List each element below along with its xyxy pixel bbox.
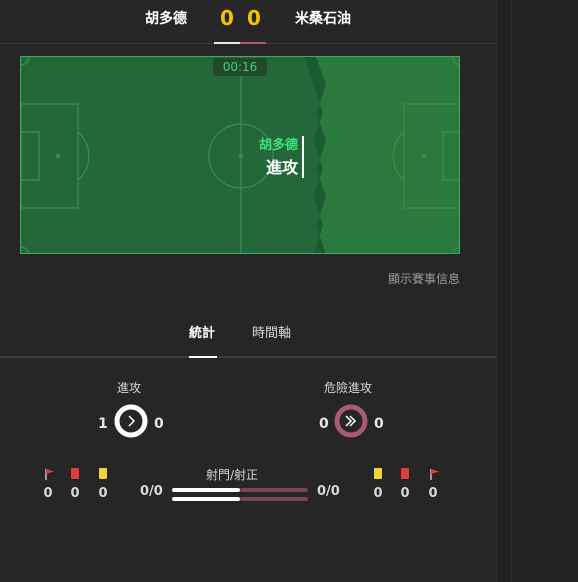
danger-donut-chart <box>334 404 368 438</box>
yellow-card-icon <box>374 468 382 479</box>
away-shots-on-target-bar <box>240 497 308 501</box>
tab-timeline[interactable]: 時間軸 <box>252 322 291 341</box>
home-team-name[interactable]: 胡多德 <box>145 8 187 28</box>
away-yellow-cards-count: 0 <box>373 486 383 501</box>
danger-home-value: 0 <box>319 416 329 432</box>
stats-tabs: 統計 時間軸 <box>0 318 496 358</box>
tab-statistics[interactable]: 統計 <box>189 322 215 341</box>
corner-flag-icon <box>430 469 439 480</box>
home-shots-value: 0/0 <box>140 484 163 499</box>
away-team-name[interactable]: 米桑石油 <box>295 8 351 28</box>
home-color-indicator <box>214 42 240 44</box>
sidebar-divider <box>511 0 512 582</box>
pitch-graphic <box>21 57 459 253</box>
match-clock: 00:16 <box>213 58 267 76</box>
attack-away-value: 0 <box>154 416 164 432</box>
away-color-indicator <box>240 42 266 44</box>
away-score: 0 <box>247 6 261 30</box>
match-header: 胡多德 0 0 米桑石油 <box>0 0 496 44</box>
match-panel: 胡多德 0 0 米桑石油 00:16 胡多德 進攻 顯示賽事信息 統計 時間軸 … <box>0 0 496 582</box>
attack-status: 進攻 <box>265 158 298 177</box>
home-yellow-cards-count: 0 <box>98 486 108 501</box>
danger-away-value: 0 <box>374 416 384 432</box>
attacking-team-name: 胡多德 <box>258 138 298 153</box>
home-shots-bar <box>172 488 240 492</box>
red-card-icon <box>401 468 409 479</box>
away-shots-value: 0/0 <box>317 484 340 499</box>
attack-home-value: 1 <box>98 416 108 432</box>
attack-home-arc <box>114 404 148 438</box>
home-red-cards-count: 0 <box>70 486 80 501</box>
danger-stat-title: 危險進攻 <box>324 381 373 395</box>
home-corners-count: 0 <box>43 486 53 501</box>
attack-donut-chart <box>114 404 148 438</box>
yellow-card-icon <box>99 468 107 479</box>
attack-stat-title: 進攻 <box>117 381 142 395</box>
away-shots-bar <box>240 488 308 492</box>
attack-indicator-bar <box>302 136 304 178</box>
red-card-icon <box>71 468 79 479</box>
active-tab-underline <box>189 356 217 358</box>
right-sidebar <box>496 0 578 582</box>
corner-flag-icon <box>45 469 54 480</box>
away-corners-count: 0 <box>428 486 438 501</box>
away-red-cards-count: 0 <box>400 486 410 501</box>
shots-stat-title: 射門/射正 <box>206 468 259 482</box>
double-chevron-icon <box>345 415 357 427</box>
chevron-right-icon <box>128 415 136 427</box>
home-shots-on-target-bar <box>172 497 240 501</box>
show-event-info-link[interactable]: 顯示賽事信息 <box>388 270 460 287</box>
home-score: 0 <box>220 6 234 30</box>
live-pitch <box>20 56 460 254</box>
